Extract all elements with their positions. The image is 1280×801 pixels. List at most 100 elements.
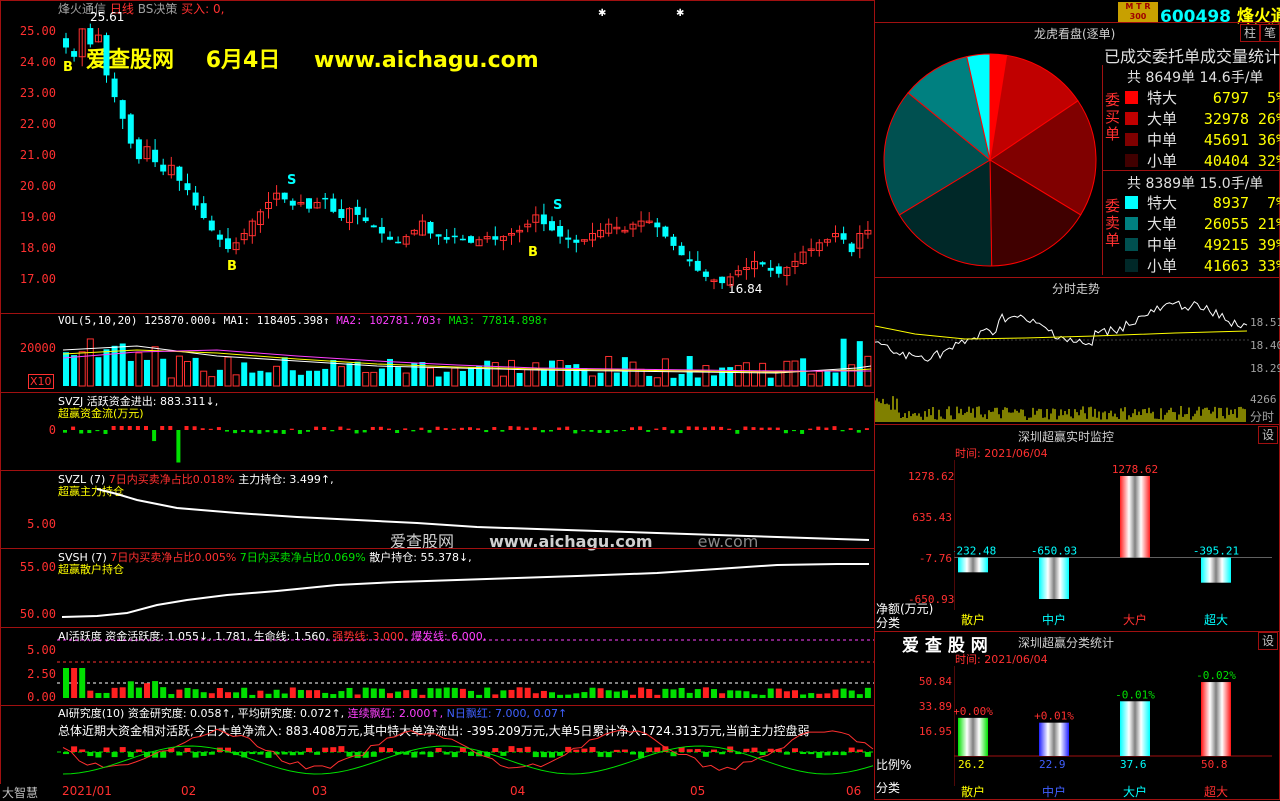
flow-bar [297, 430, 302, 434]
flow-bar [330, 430, 335, 432]
candle-body [565, 237, 572, 240]
order-pie-chart[interactable] [880, 50, 1100, 272]
volume-bar [807, 373, 815, 387]
svzl-axis-tick: 5.00 [27, 517, 56, 531]
flow-bar [573, 430, 578, 434]
flow-bar [557, 427, 562, 430]
monitor-settings-button[interactable]: 设 [1258, 426, 1278, 444]
order-volume: 6797 [1212, 88, 1249, 107]
flow-bar [565, 426, 570, 430]
class-y-label: 比例% [876, 758, 912, 772]
sell-row: 小单 41663 33% [1125, 255, 1280, 276]
flow-bar [127, 426, 132, 430]
sell-row: 特大 8937 7% [1125, 192, 1280, 213]
flow-bar [395, 430, 400, 434]
intraday-chart[interactable] [875, 296, 1249, 424]
research-bar [79, 749, 86, 752]
flow-bar [208, 428, 213, 430]
flow-bar [135, 426, 140, 430]
volume-bar [832, 372, 839, 386]
volume-bar [694, 377, 701, 386]
order-size-label: 特大 [1147, 89, 1178, 107]
svzj-axis-tick: 0 [48, 423, 56, 437]
flow-bar [759, 427, 764, 430]
research-bar [646, 747, 653, 752]
class-settings-button[interactable]: 设 [1258, 632, 1278, 650]
volume-chart[interactable] [57, 328, 874, 388]
monitor-category-label: 中户 [1042, 612, 1066, 627]
volume-bar [556, 359, 564, 387]
volume-bar [151, 346, 159, 387]
class-bar [1120, 701, 1150, 756]
flow-bar [468, 427, 472, 430]
axis-tick: 23.00 [19, 86, 56, 100]
svzj-chart[interactable] [57, 410, 874, 465]
research-bar [135, 749, 142, 752]
vol-ma1: MA1: 118405.398↑ [223, 314, 330, 327]
activity-bar [840, 688, 847, 698]
badge-bottom: 300 [1129, 12, 1147, 21]
buy-signal: B [528, 245, 538, 260]
activity-bar [378, 688, 385, 698]
volume-bar [86, 338, 94, 387]
ai-axis-tick: 5.00 [27, 643, 56, 657]
activity-bar [208, 693, 215, 698]
volume-bar [524, 369, 532, 387]
column-toggle-button[interactable]: 柱 [1240, 24, 1260, 42]
buy-row: 小单 40404 32% [1125, 150, 1280, 171]
activity-bar [330, 694, 337, 698]
sell-row: 大单 26055 21% [1125, 213, 1280, 234]
candlestick-chart[interactable] [57, 0, 874, 313]
flow-bar [654, 428, 659, 430]
activity-bar [127, 681, 134, 698]
sell-signal: S [553, 198, 563, 213]
volume-bar [670, 377, 677, 386]
candle-body [160, 164, 167, 172]
research-bar [557, 752, 564, 756]
flow-bar [257, 430, 262, 434]
activity-bar [346, 687, 353, 698]
activity-bar [792, 690, 798, 698]
flow-bar [605, 430, 610, 434]
price-line [875, 300, 1248, 362]
monitor-bar-chart[interactable]: -232.48 散户 -650.93 中户 1278.62 大户 -395.21 超大 [954, 460, 1272, 630]
ai-activity-chart[interactable] [57, 636, 874, 702]
research-bar [743, 748, 750, 752]
class-y-tick: 16.95 [918, 725, 952, 738]
research-chart[interactable] [57, 720, 874, 784]
research-bar [306, 747, 312, 752]
avg-price-line [875, 325, 1248, 340]
activity-bar [557, 694, 564, 698]
activity-bar [638, 687, 645, 698]
research-bar [613, 749, 620, 752]
research-bar [87, 752, 94, 757]
candle-body [702, 271, 709, 277]
flow-bar [783, 430, 788, 434]
volume-bar [378, 368, 385, 386]
activity-bar [265, 693, 272, 698]
activity-bar [783, 691, 790, 698]
research-bar [281, 752, 288, 755]
activity-bar [597, 688, 604, 698]
volume-bar [402, 372, 410, 387]
flow-bar [87, 430, 92, 434]
research-bar [816, 752, 823, 758]
activity-bar [832, 689, 839, 698]
volume-bar [241, 362, 248, 386]
flow-bar [638, 426, 643, 430]
candle-body [678, 245, 685, 256]
volume-bar [281, 357, 288, 386]
note-toggle-button[interactable]: 笔 [1260, 24, 1280, 42]
monitor-bar-value: -395.21 [1193, 545, 1239, 558]
research-bar [654, 747, 661, 752]
volume-bar [232, 374, 240, 387]
flow-bar [435, 426, 440, 430]
class-bar-change: +0.00% [954, 705, 993, 718]
pie-title: 龙虎看盘(逐单) [1034, 27, 1116, 41]
activity-bar [759, 694, 766, 698]
buy-row: 中单 45691 36% [1125, 129, 1280, 150]
flow-bar [792, 430, 796, 432]
activity-bar [216, 688, 223, 698]
class-bar-chart[interactable]: +0.00% 26.2 散户 +0.01% 22.9 中户 -0.01% 37.6 大户 -0.0… [954, 666, 1272, 800]
research-bar [792, 748, 798, 752]
